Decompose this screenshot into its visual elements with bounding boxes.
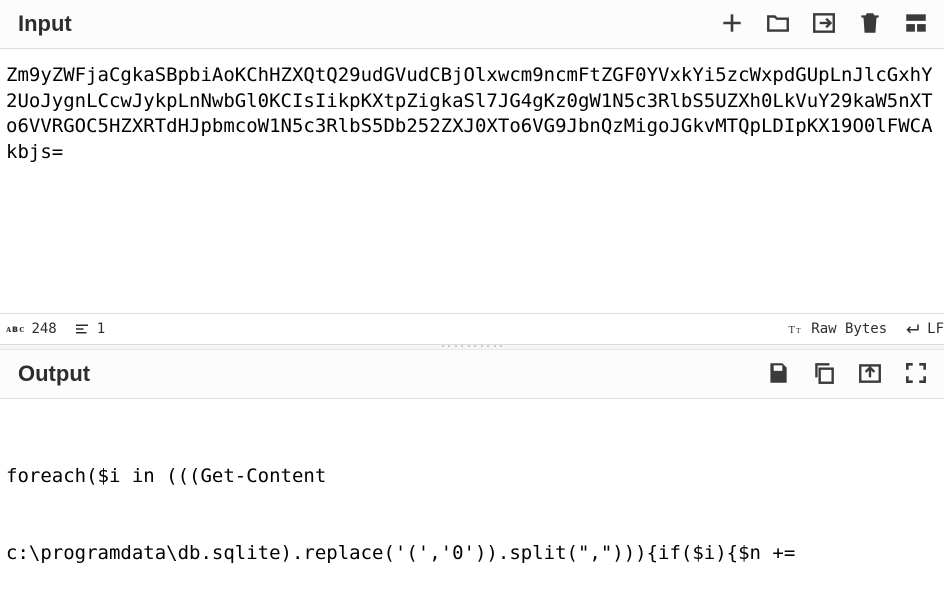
clear-input-button[interactable]	[856, 10, 884, 38]
copy-icon	[811, 360, 837, 389]
input-status-bar: ᴀʙᴄ 248 1 TT Raw Bytes LF	[0, 313, 944, 345]
trash-icon	[857, 10, 883, 39]
svg-text:T: T	[789, 325, 796, 336]
export-icon	[857, 360, 883, 389]
output-line: foreach($i in (((Get-Content	[6, 464, 938, 490]
input-pane-header: Input	[0, 0, 944, 49]
layout-icon	[903, 10, 929, 39]
save-output-button[interactable]	[764, 360, 792, 388]
return-icon	[903, 320, 921, 338]
import-icon	[811, 10, 837, 39]
output-label: Output	[18, 361, 90, 387]
output-toolbar	[764, 360, 930, 388]
char-count-widget[interactable]: ᴀʙᴄ 248	[6, 321, 57, 337]
eol-label: LF	[927, 321, 944, 337]
input-label: Input	[18, 11, 72, 37]
output-textarea[interactable]: foreach($i in (((Get-Content c:\programd…	[0, 399, 944, 600]
line-count-value: 1	[97, 321, 105, 337]
copy-output-button[interactable]	[810, 360, 838, 388]
toggle-layout-button[interactable]	[902, 10, 930, 38]
import-file-button[interactable]	[810, 10, 838, 38]
open-folder-button[interactable]	[764, 10, 792, 38]
svg-text:T: T	[796, 326, 801, 335]
maximize-output-button[interactable]	[902, 360, 930, 388]
plus-icon	[719, 10, 745, 39]
eol-indicator[interactable]: LF	[903, 320, 944, 338]
char-count-value: 248	[31, 321, 56, 337]
abc-icon: ᴀʙᴄ	[6, 324, 25, 335]
input-textarea[interactable]: Zm9yZWFjaCgkaSBpbiAoKChHZXQtQ29udGVudCBj…	[0, 49, 944, 313]
case-icon: TT	[787, 320, 805, 338]
line-count-widget[interactable]: 1	[73, 320, 105, 338]
folder-icon	[765, 10, 791, 39]
raw-bytes-toggle[interactable]: TT Raw Bytes	[787, 320, 887, 338]
input-toolbar	[718, 10, 930, 38]
replace-input-button[interactable]	[856, 360, 884, 388]
output-pane-header: Output	[0, 350, 944, 399]
new-tab-button[interactable]	[718, 10, 746, 38]
lines-icon	[73, 320, 91, 338]
maximize-icon	[903, 360, 929, 389]
raw-bytes-label: Raw Bytes	[811, 321, 887, 337]
save-icon	[765, 360, 791, 389]
output-line: c:\programdata\db.sqlite).replace('(','0…	[6, 541, 938, 567]
